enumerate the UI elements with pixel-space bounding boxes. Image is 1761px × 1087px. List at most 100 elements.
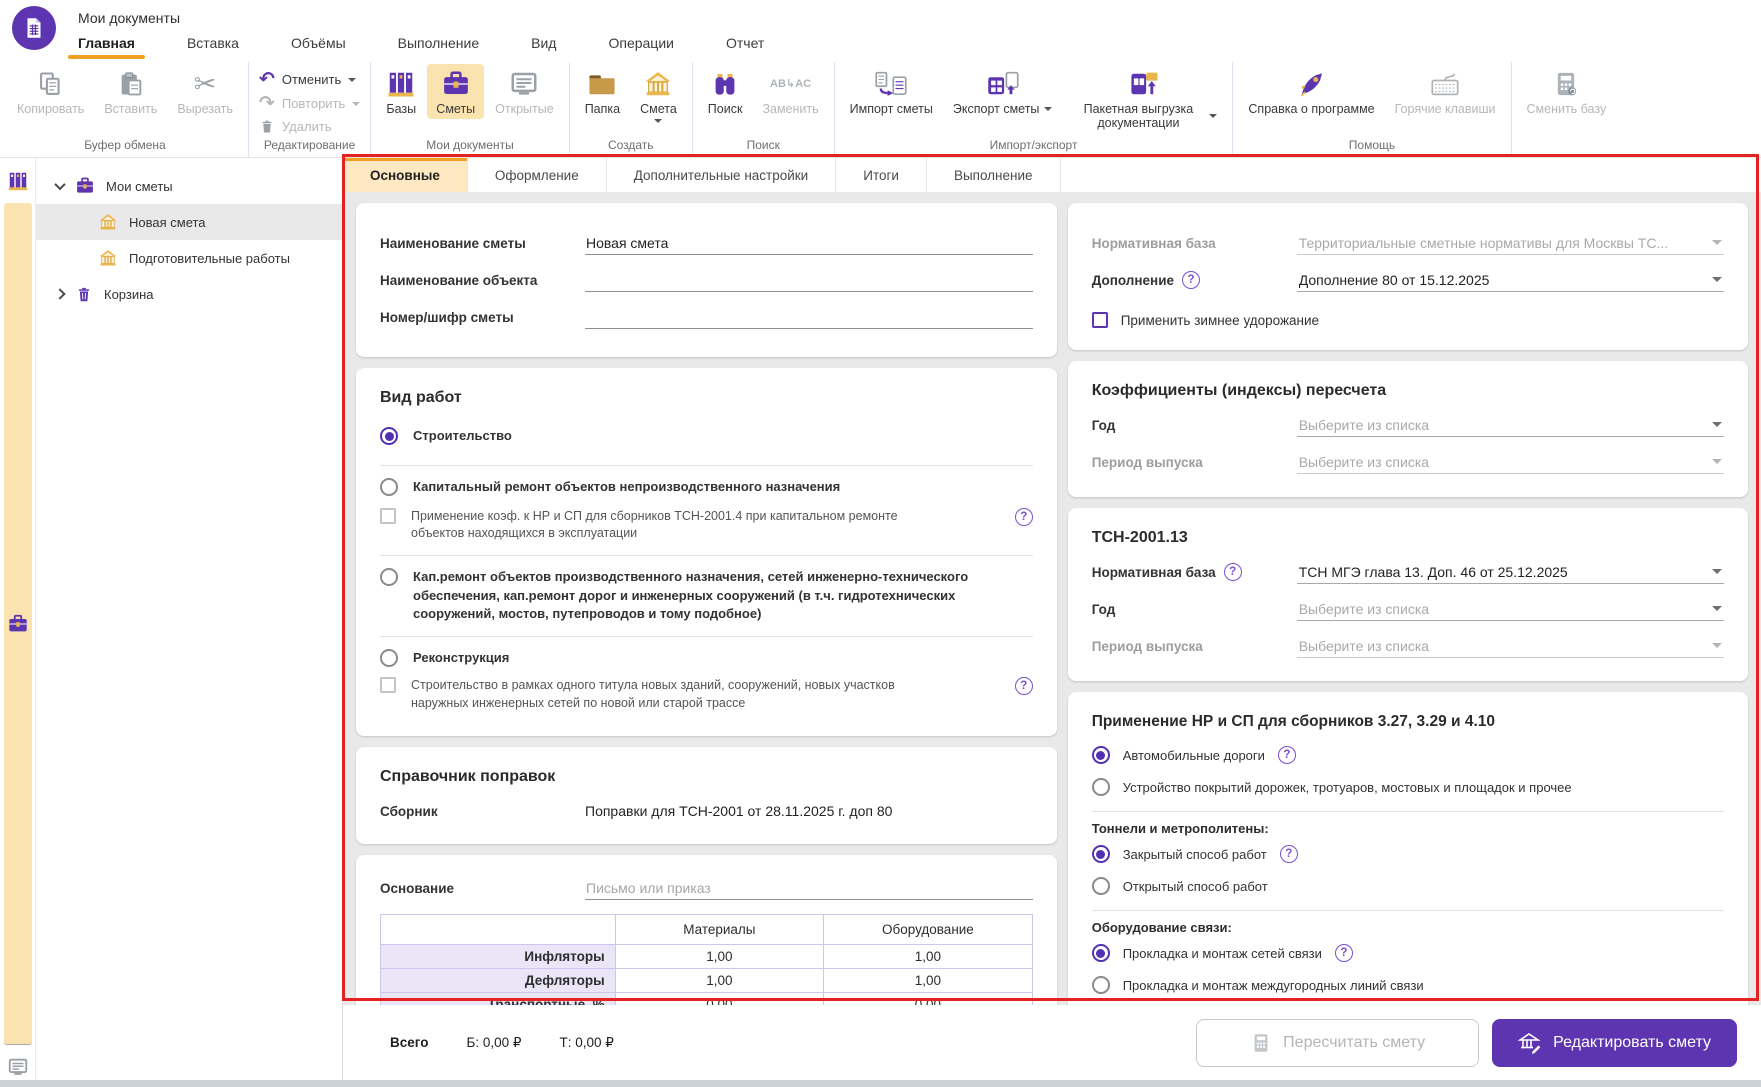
chevron-down-icon[interactable] [1209, 114, 1217, 118]
option-longdistance-laying[interactable]: Прокладка и монтаж междугородных линий с… [1092, 969, 1724, 1001]
chevron-right-icon[interactable] [54, 288, 65, 299]
winter-option[interactable]: Применить зимнее удорожание [1092, 305, 1724, 335]
help-icon[interactable]: ? [1335, 944, 1353, 962]
hotkeys-button[interactable]: Горячие клавиши [1386, 64, 1505, 119]
menu-tab-insert[interactable]: Вставка [187, 35, 239, 59]
menu-tab-execution[interactable]: Выполнение [398, 35, 479, 59]
menu-tab-home[interactable]: Главная [78, 35, 135, 59]
radio-capital-nonprod[interactable] [380, 478, 398, 496]
batch-upload-button[interactable]: Пакетная выгрузка документации [1063, 64, 1226, 134]
rail-estimates-icon[interactable] [4, 203, 32, 1045]
tree-item-preparatory-works[interactable]: Подготовительные работы [36, 240, 342, 276]
opened-button[interactable]: Открытые [486, 64, 563, 119]
cell-value[interactable]: 0,00 [615, 993, 824, 1005]
rail-opened-icon[interactable] [4, 1054, 32, 1080]
cell-value[interactable]: 1,00 [615, 945, 824, 969]
help-icon[interactable]: ? [1015, 508, 1033, 526]
folder-button[interactable]: Папка [576, 64, 629, 119]
object-name-input[interactable] [585, 269, 1033, 292]
radio-pavements[interactable] [1092, 778, 1110, 796]
rail-bases-icon[interactable] [4, 168, 32, 194]
tsn13-base-select[interactable]: ТСН МГЭ глава 13. Доп. 46 от 25.12.2025 [1297, 561, 1724, 584]
bases-button[interactable]: Базы [377, 64, 425, 119]
cell-value[interactable]: 1,00 [615, 969, 824, 993]
tab-appearance[interactable]: Оформление [468, 158, 607, 192]
about-button[interactable]: Справка о программе [1239, 64, 1383, 119]
option-closed-method[interactable]: Закрытый способ работ ? [1092, 838, 1724, 870]
option-one-title[interactable]: Строительство в рамках одного титула нов… [380, 677, 1033, 721]
basis-input[interactable] [585, 877, 1033, 900]
normative-base-select[interactable]: Территориальные сметные нормативы для Мо… [1297, 232, 1724, 255]
recalculate-button[interactable]: Пересчитать смету [1196, 1019, 1479, 1067]
edit-estimate-button[interactable]: Редактировать смету [1492, 1019, 1737, 1067]
option-capital-nonprod[interactable]: Капитальный ремонт объектов непроизводст… [380, 469, 1033, 506]
tsn13-period-select[interactable]: Выберите из списка [1297, 635, 1724, 658]
estimate-name-input[interactable] [585, 232, 1033, 255]
radio-closed-method[interactable] [1092, 845, 1110, 863]
search-button[interactable]: Поиск [699, 64, 752, 119]
chevron-down-icon[interactable] [54, 179, 65, 190]
paste-button[interactable]: Вставить [95, 64, 166, 119]
tree-item-my-estimates[interactable]: Мои сметы [36, 168, 342, 204]
change-base-button[interactable]: Сменить базу [1518, 64, 1616, 119]
radio-network-laying[interactable] [1092, 944, 1110, 962]
new-estimate-button[interactable]: Смета [631, 64, 686, 126]
tree-item-trash[interactable]: Корзина [36, 276, 342, 312]
help-icon[interactable]: ? [1224, 563, 1242, 581]
tab-execution[interactable]: Выполнение [927, 158, 1061, 192]
tab-main[interactable]: Основные [343, 158, 468, 192]
option-auto-roads[interactable]: Автомобильные дороги ? [1092, 739, 1724, 771]
option-reconstruction[interactable]: Реконструкция [380, 640, 1033, 677]
checkbox-tsn4[interactable] [380, 508, 396, 524]
estimate-number-input[interactable] [585, 306, 1033, 329]
option-pavements[interactable]: Устройство покрытий дорожек, тротуаров, … [1092, 771, 1724, 803]
coef-year-select[interactable]: Выберите из списка [1297, 414, 1724, 437]
menu-tab-operations[interactable]: Операции [608, 35, 674, 59]
cell-value[interactable]: 1,00 [824, 969, 1033, 993]
tab-additional-settings[interactable]: Дополнительные настройки [607, 158, 837, 192]
tab-label: Выполнение [954, 168, 1033, 183]
replace-button[interactable]: AB ↳AC Заменить [753, 64, 827, 119]
radio-auto-roads[interactable] [1092, 746, 1110, 764]
winter-checkbox[interactable] [1092, 312, 1108, 328]
copy-icon [37, 69, 65, 99]
menu-tab-view[interactable]: Вид [531, 35, 556, 59]
help-icon[interactable]: ? [1015, 677, 1033, 695]
radio-capital-prod[interactable] [380, 568, 398, 586]
menu-tab-volumes[interactable]: Объёмы [291, 35, 346, 59]
cell-value[interactable]: 0,00 [824, 993, 1033, 1005]
radio-construction[interactable] [380, 427, 398, 445]
coef-period-select[interactable]: Выберите из списка [1297, 451, 1724, 474]
copy-button[interactable]: Копировать [8, 64, 93, 119]
option-capital-prod[interactable]: Кап.ремонт объектов производственного на… [380, 559, 1033, 634]
radio-longdistance-laying[interactable] [1092, 976, 1110, 994]
help-icon[interactable]: ? [1182, 271, 1200, 289]
import-estimate-button[interactable]: Импорт сметы [841, 64, 942, 119]
cut-button[interactable]: ✂ Вырезать [168, 64, 242, 119]
estimates-button[interactable]: Сметы [427, 64, 484, 119]
option-tsn4-coef[interactable]: Применение коэф. к НР и СП для сборников… [380, 506, 1033, 552]
supplement-select[interactable]: Дополнение 80 от 15.12.2025 [1297, 269, 1724, 292]
export-estimate-button[interactable]: Экспорт сметы [944, 64, 1062, 119]
tree-item-new-estimate[interactable]: Новая смета [36, 204, 342, 240]
checkbox-one-title[interactable] [380, 677, 396, 693]
help-icon[interactable]: ? [1280, 845, 1298, 863]
chevron-down-icon[interactable] [352, 102, 360, 106]
tsn13-year-select[interactable]: Выберите из списка [1297, 598, 1724, 621]
collection-value[interactable]: Поправки для ТСН-2001 от 28.11.2025 г. д… [585, 803, 892, 819]
option-construction[interactable]: Строительство [380, 415, 1033, 462]
option-open-method[interactable]: Открытый способ работ [1092, 870, 1724, 902]
tab-totals[interactable]: Итоги [836, 158, 927, 192]
chevron-down-icon[interactable] [1044, 107, 1052, 111]
delete-button[interactable]: Удалить [259, 118, 360, 135]
chevron-down-icon[interactable] [654, 119, 662, 123]
help-icon[interactable]: ? [1278, 746, 1296, 764]
radio-reconstruction[interactable] [380, 649, 398, 667]
undo-button[interactable]: ↶ Отменить [259, 70, 360, 89]
redo-button[interactable]: ↷ Повторить [259, 94, 360, 113]
option-network-laying[interactable]: Прокладка и монтаж сетей связи ? [1092, 937, 1724, 969]
cell-value[interactable]: 1,00 [824, 945, 1033, 969]
chevron-down-icon[interactable] [348, 78, 356, 82]
menu-tab-report[interactable]: Отчет [726, 35, 764, 59]
radio-open-method[interactable] [1092, 877, 1110, 895]
